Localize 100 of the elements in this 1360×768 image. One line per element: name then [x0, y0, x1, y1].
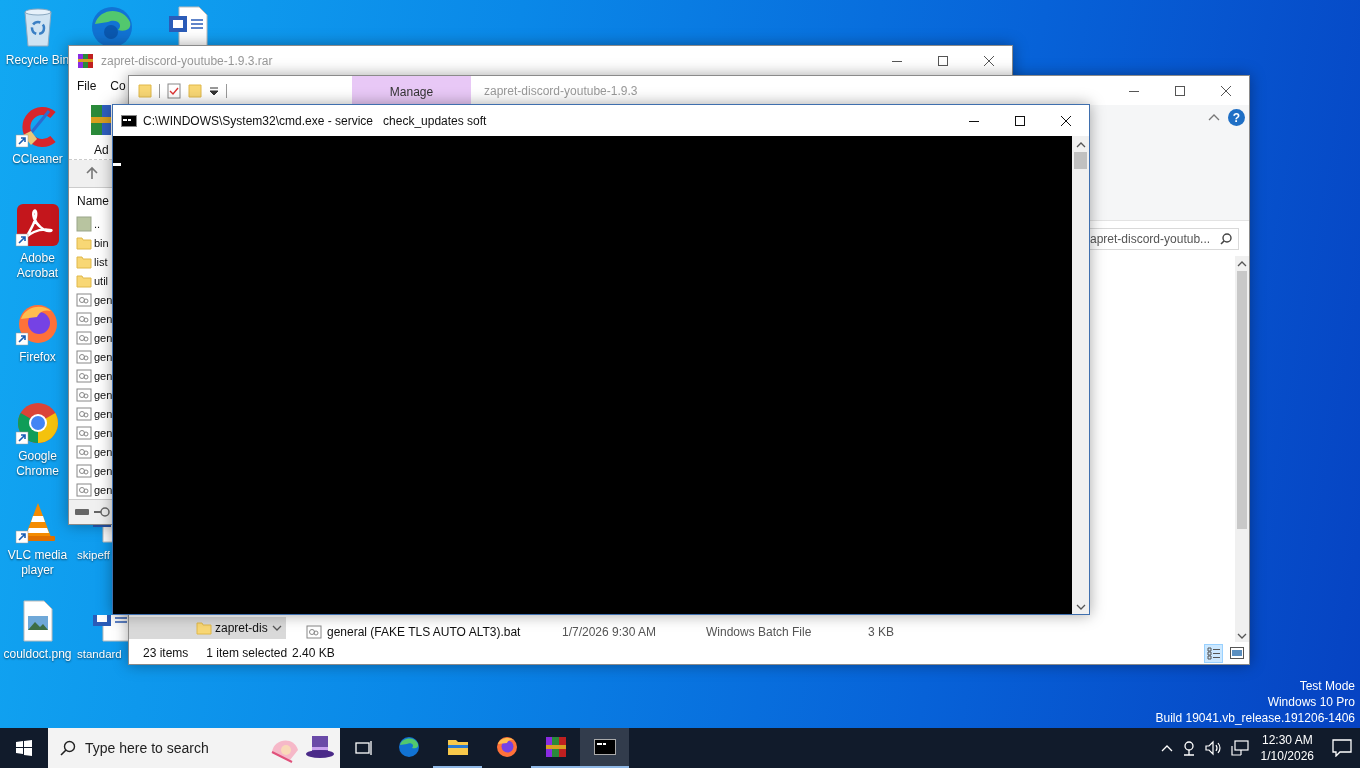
- file-name: gen: [94, 407, 113, 420]
- file-name: util: [94, 274, 109, 287]
- file-name: gen: [94, 426, 113, 439]
- file-name: gen: [94, 312, 113, 325]
- archive-icon: [77, 53, 95, 69]
- batch-file-icon: [76, 443, 92, 460]
- scroll-down-icon[interactable]: [1075, 603, 1086, 611]
- scroll-up-icon[interactable]: [1075, 141, 1086, 149]
- clock-time: 12:30 AM: [1261, 732, 1313, 748]
- search-field[interactable]: apret-discord-youtub...: [1087, 227, 1239, 250]
- file-name: gen: [94, 369, 113, 382]
- help-button[interactable]: ?: [1228, 109, 1245, 126]
- batch-file-icon: [76, 291, 92, 308]
- search-icon: [60, 740, 76, 756]
- batch-file-icon: [76, 348, 92, 365]
- file-date: 1/7/2026 9:30 AM: [562, 625, 658, 639]
- edge-icon: [396, 735, 421, 759]
- chevron-down-icon[interactable]: [272, 624, 282, 632]
- checklist-icon[interactable]: [167, 82, 181, 99]
- folder-icon: [196, 620, 212, 636]
- chrome-icon[interactable]: [14, 400, 61, 446]
- file-type: Windows Batch File: [706, 625, 813, 639]
- icon-label: Google Chrome: [15, 449, 60, 479]
- icon-label: skipeff: [77, 548, 111, 563]
- toolbar-label[interactable]: Ad: [89, 142, 109, 157]
- batch-file-icon: [76, 310, 92, 327]
- list-icon: [1206, 646, 1221, 660]
- window-title: zapret-discord-youtube-1.9.3.rar: [100, 54, 274, 68]
- scrollbar-thumb[interactable]: [1074, 152, 1087, 169]
- network-icon[interactable]: [1230, 740, 1249, 756]
- batch-file-icon: [76, 367, 92, 384]
- nav-item[interactable]: zapret-dis: [129, 617, 286, 639]
- ribbon-tab[interactable]: Manage: [352, 76, 471, 105]
- folder-icon: [76, 253, 92, 270]
- file-name: gen: [94, 464, 113, 477]
- system-info-text: Build 19041.vb_release.191206-1406: [1155, 710, 1355, 726]
- icon-label: standard: [77, 647, 122, 662]
- dropdown-icon[interactable]: [209, 85, 219, 96]
- icon-label: VLC media player: [6, 548, 69, 578]
- icon-label: Adobe Acrobat: [15, 251, 60, 281]
- maximize-icon[interactable]: [1015, 115, 1025, 126]
- key-icon: [93, 506, 111, 519]
- window-title: C:\WINDOWS\System32\cmd.exe - service check_updates soft: [142, 113, 488, 128]
- window-title: zapret-discord-youtube-1.9.3: [483, 83, 639, 98]
- icon-label: Recycle Bin: [5, 53, 70, 68]
- parent-folder-icon: [76, 215, 92, 232]
- scroll-up-icon[interactable]: [1237, 260, 1247, 268]
- task-view-icon[interactable]: [355, 740, 373, 756]
- edge-icon[interactable]: [89, 4, 135, 45]
- file-name: gen: [94, 331, 113, 344]
- scrollbar-thumb[interactable]: [1237, 271, 1247, 529]
- search-field[interactable]: Type here to search: [48, 728, 340, 768]
- chevron-up-icon[interactable]: [1160, 744, 1173, 752]
- firefox-icon: [494, 735, 519, 759]
- scroll-down-icon[interactable]: [1237, 632, 1247, 640]
- selection-info: 1 item selected: [206, 646, 288, 660]
- taskbar-app-button[interactable]: [580, 728, 629, 768]
- column-header[interactable]: Name: [77, 194, 109, 209]
- notification-icon[interactable]: [1332, 739, 1352, 757]
- search-icon: [1220, 232, 1232, 245]
- selection-size: 2.40 KB: [292, 646, 335, 660]
- details-view-button[interactable]: [1204, 643, 1223, 663]
- close-icon[interactable]: [1221, 85, 1231, 96]
- file-name: ..: [94, 217, 101, 230]
- up-arrow-icon[interactable]: [85, 165, 99, 180]
- speaker-icon[interactable]: [1204, 740, 1223, 756]
- batch-file-icon: [76, 405, 92, 422]
- file-name: gen: [94, 293, 113, 306]
- batch-file-icon: [306, 624, 322, 640]
- folder-icon: [76, 272, 92, 289]
- file-name: bin: [94, 236, 109, 249]
- menu-item[interactable]: File: [77, 78, 97, 93]
- icon-label: couldoct.png: [3, 647, 72, 662]
- icon-label: CCleaner: [12, 152, 63, 167]
- menu-item[interactable]: Co: [110, 78, 126, 93]
- maximize-icon[interactable]: [938, 56, 948, 66]
- icon-label: Firefox: [19, 350, 56, 365]
- file-name: general (FAKE TLS AUTO ALT3).bat: [326, 625, 522, 639]
- close-icon[interactable]: [1061, 115, 1071, 126]
- nav-label: zapret-dis: [215, 621, 268, 635]
- file-name: gen: [94, 483, 113, 496]
- acrobat-icon[interactable]: [14, 202, 61, 248]
- file-name: gen: [94, 350, 113, 363]
- file-row[interactable]: general (FAKE TLS AUTO ALT3).bat 1/7/2026 9:30 AM Windows Batch File 3 KB: [286, 622, 1235, 642]
- file-size: 3 KB: [868, 625, 894, 639]
- image-icon: [1229, 647, 1244, 659]
- file-name: gen: [94, 388, 113, 401]
- clock[interactable]: 12:30 AM 1/10/2026: [1260, 732, 1314, 764]
- file-name: gen: [94, 445, 113, 458]
- item-count: 23 items: [143, 646, 189, 660]
- archive-icon: [543, 735, 568, 759]
- batch-file-icon: [76, 424, 92, 441]
- folder-icon: [76, 234, 92, 251]
- batch-file-icon: [76, 329, 92, 346]
- maximize-icon[interactable]: [1175, 85, 1185, 96]
- close-icon[interactable]: [984, 56, 994, 66]
- windows-logo-icon[interactable]: [16, 740, 32, 756]
- file-name: list: [94, 255, 108, 268]
- batch-file-icon: [76, 386, 92, 403]
- drive-icon: [74, 507, 90, 518]
